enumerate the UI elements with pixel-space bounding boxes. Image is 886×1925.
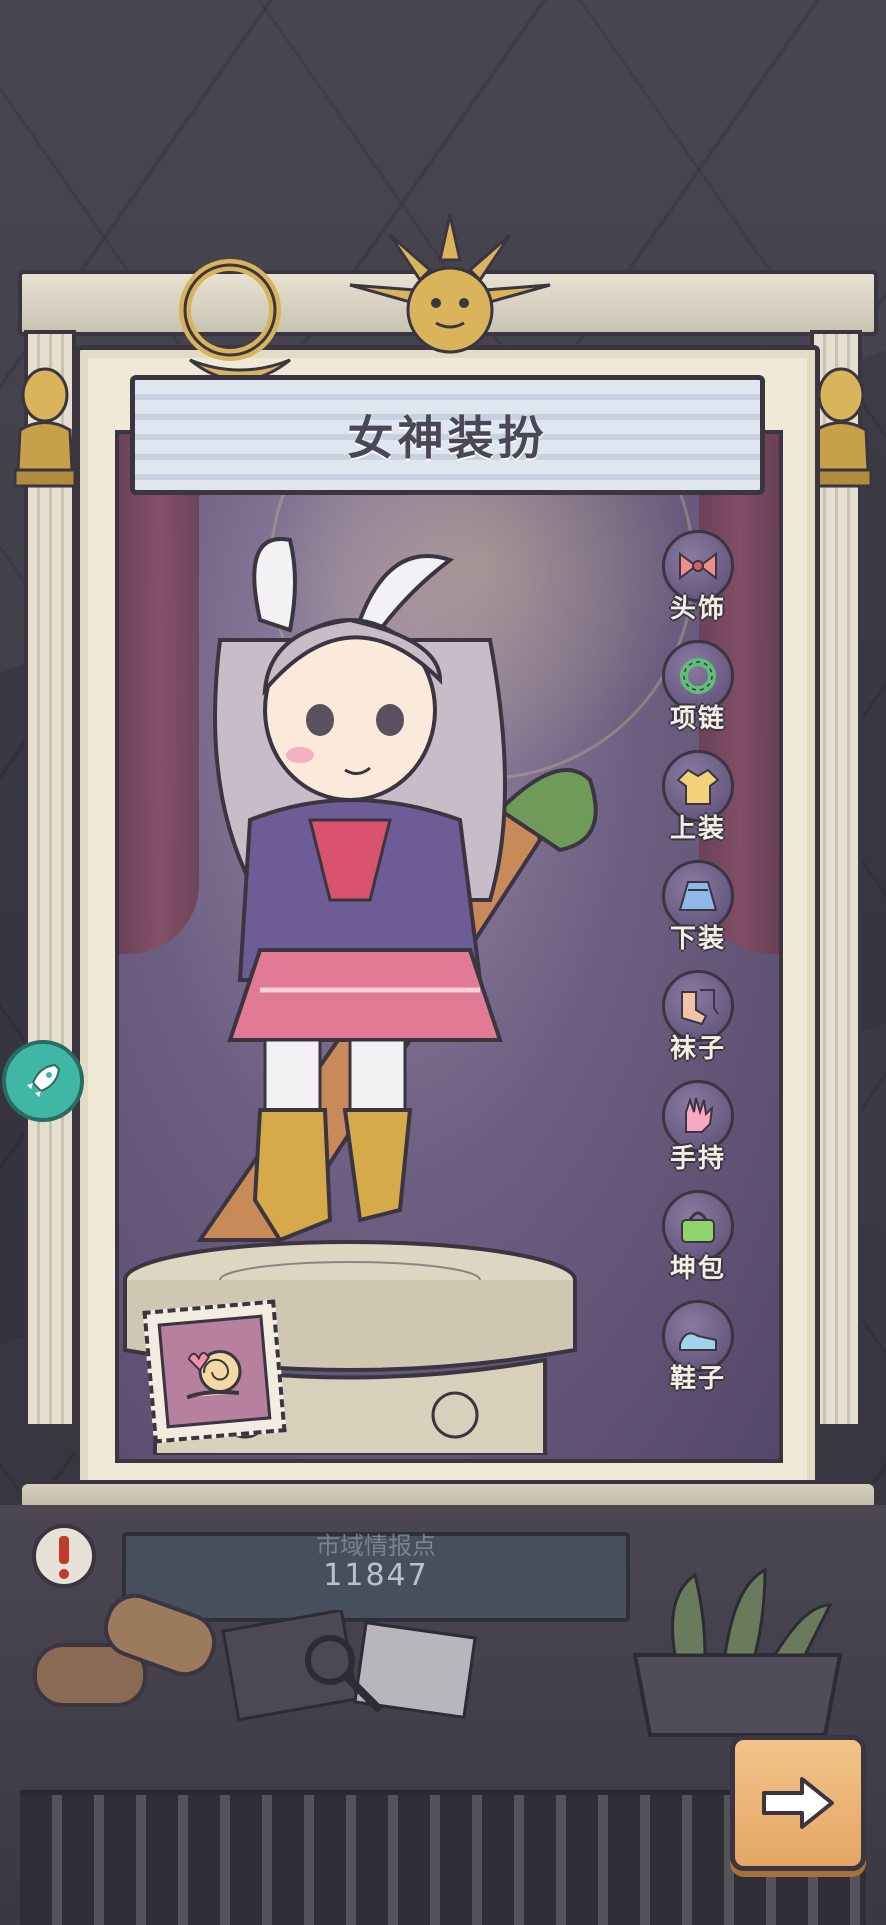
category-label: 鞋子 [669,1364,726,1394]
category-necklace[interactable]: 项链 [648,640,748,750]
category-label: 下装 [669,924,726,954]
category-handheld[interactable]: 手持 [648,1080,748,1190]
category-top[interactable]: 上装 [648,750,748,860]
exclamation-alert-icon[interactable] [30,1522,98,1590]
right-arrow-icon [762,1777,834,1829]
snail-stamp-image [157,1314,272,1429]
title-banner: 女神装扮 [130,375,765,495]
category-handbag[interactable]: 坤包 [648,1190,748,1300]
intel-points-label: 市域情报点 [316,1532,436,1556]
category-label: 头饰 [669,594,726,624]
category-label: 上装 [669,814,726,844]
category-socks[interactable]: 袜子 [648,970,748,1080]
left-bust-ornament [13,367,77,488]
left-column [24,330,76,1428]
outfit-category-menu: 头饰 项链 上装 下装 袜子 手持 坤包 鞋子 [648,530,748,1410]
snail-icon [185,1349,241,1399]
category-label: 坤包 [669,1254,726,1284]
papers-magnifier-decoration [221,1610,477,1722]
next-arrow-button[interactable] [730,1735,866,1871]
rocket-icon [27,1063,61,1097]
rocket-button[interactable] [2,1040,84,1122]
scrolls-decoration [33,1593,217,1707]
potted-plant-decoration [632,1567,843,1737]
sun-crest-icon [349,214,551,354]
category-shoes[interactable]: 鞋子 [648,1300,748,1410]
goddess-character [196,537,598,1243]
page-title: 女神装扮 [347,411,548,465]
category-label: 项链 [669,704,726,734]
snail-stamp[interactable] [142,1299,287,1444]
category-label: 袜子 [669,1034,726,1064]
category-bottom[interactable]: 下装 [648,860,748,970]
category-label: 手持 [669,1144,726,1174]
category-headwear[interactable]: 头饰 [648,530,748,640]
